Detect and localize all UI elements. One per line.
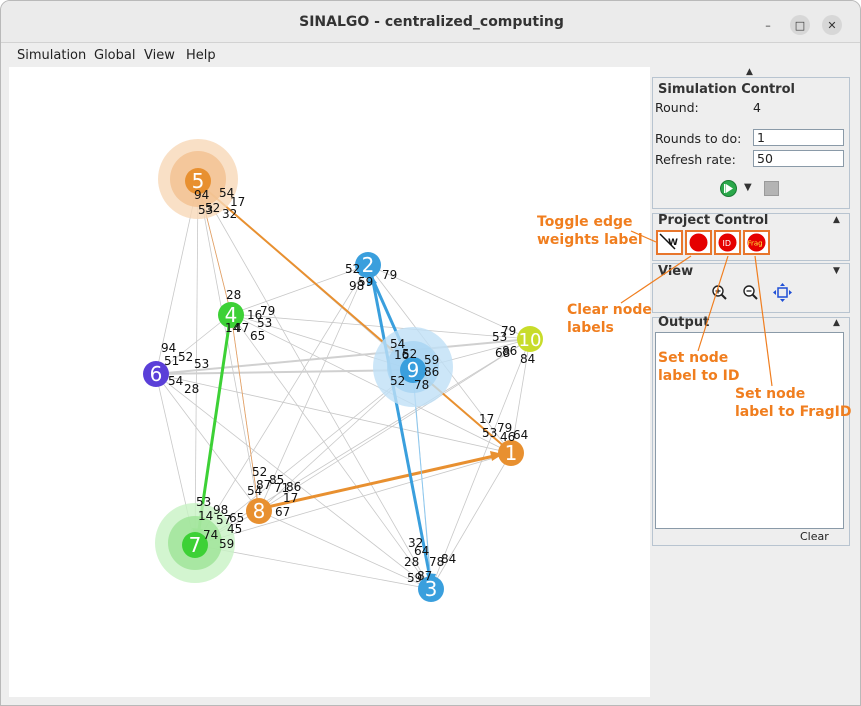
- annotation-toggle-edge: Toggle edge weights label: [537, 213, 643, 249]
- annotation-clear-labels: Clear node labels: [567, 301, 652, 337]
- annotation-line: label to ID: [658, 368, 740, 384]
- annotation-line: labels: [567, 320, 614, 336]
- annotation-line: label to FragID: [735, 404, 852, 420]
- annotation-line: weights label: [537, 232, 643, 248]
- annotation-line: Clear node: [567, 302, 652, 318]
- annotation-line: Toggle edge: [537, 214, 633, 230]
- annotation-set-id: Set node label to ID: [658, 349, 739, 385]
- annotation-line: Set node: [735, 386, 806, 402]
- annotation-line: Set node: [658, 350, 729, 366]
- app-window: SINALGO - centralized_computing – □ ✕ Si…: [0, 0, 861, 706]
- annotation-set-fragid: Set node label to FragID: [735, 385, 852, 421]
